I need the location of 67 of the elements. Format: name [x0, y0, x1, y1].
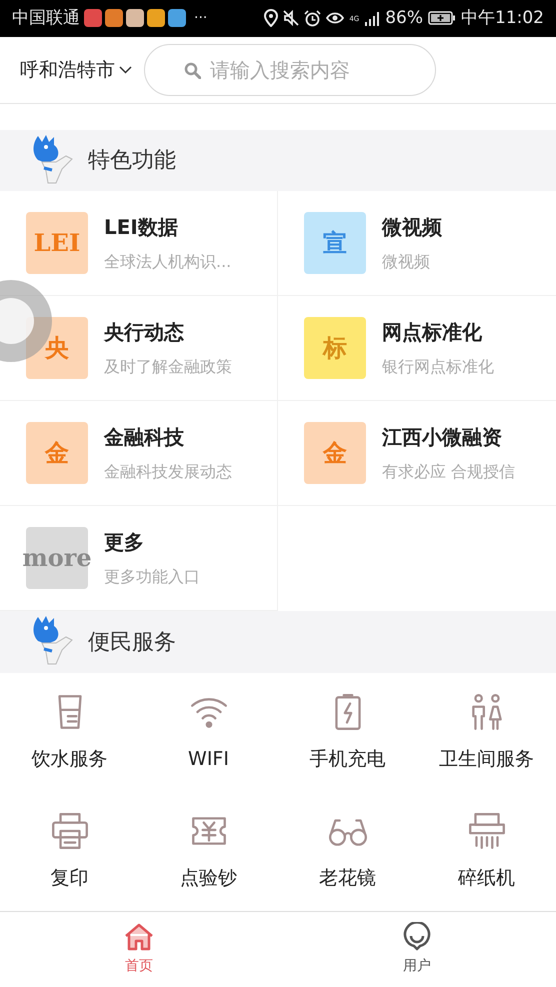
feature-item[interactable]: 金 江西小微融资 有求必应 合规授信 — [278, 401, 556, 506]
app-notification-icon — [84, 9, 102, 28]
tile-letter: 金 — [323, 441, 347, 466]
carrier-name: 中国联通 — [12, 6, 80, 30]
app-notification-icon — [147, 9, 165, 28]
service-item[interactable]: 碎纸机 — [417, 792, 556, 912]
feature-subtitle: 微视频 — [382, 251, 431, 274]
section-title: 特色功能 — [88, 147, 176, 176]
feature-title: 江西小微融资 — [382, 424, 503, 452]
feature-title: 金融科技 — [104, 424, 185, 452]
mute-icon — [283, 10, 300, 26]
feature-title: 更多 — [104, 529, 145, 556]
battery-percent: 86% — [385, 6, 423, 30]
service-item[interactable]: 卫生间服务 — [417, 673, 556, 792]
more-notifications: ··· — [194, 8, 208, 28]
signal-icon — [364, 10, 380, 26]
search-icon — [184, 62, 201, 79]
feature-title: 网点标准化 — [382, 319, 483, 346]
service-item[interactable]: 复印 — [0, 792, 139, 912]
app-notification-icon — [105, 9, 123, 28]
feature-subtitle: 全球法人机构识... — [104, 251, 232, 274]
feature-subtitle: 及时了解金融政策 — [104, 356, 232, 378]
feature-item[interactable]: 标 网点标准化 银行网点标准化 — [278, 296, 556, 402]
service-item[interactable]: WIFI — [139, 673, 278, 792]
app-notification-icon — [126, 9, 144, 28]
feature-subtitle: 银行网点标准化 — [382, 356, 494, 378]
service-label: 卫生间服务 — [439, 747, 534, 772]
location-icon — [264, 9, 278, 28]
eye-icon — [326, 11, 344, 26]
alarm-icon — [304, 10, 322, 27]
service-item[interactable]: 饮水服务 — [0, 673, 139, 792]
feature-subtitle: 有求必应 合规授信 — [382, 461, 516, 484]
service-label: 老花镜 — [319, 866, 376, 892]
feature-title: 微视频 — [382, 214, 442, 242]
service-label: 点验钞 — [180, 866, 237, 892]
clock-time: 中午11:02 — [461, 6, 544, 30]
service-item[interactable]: 点验钞 — [139, 792, 278, 912]
service-label: 手机充电 — [310, 747, 386, 772]
feature-subtitle: 金融科技发展动态 — [104, 461, 232, 484]
tile-letter: 金 — [45, 441, 69, 466]
feature-title: 央行动态 — [104, 319, 185, 346]
tile-letter: 央 — [45, 336, 69, 360]
tab-bar-item[interactable]: 用户 — [278, 912, 556, 987]
feature-item[interactable]: 金 金融科技 金融科技发展动态 — [0, 401, 278, 506]
service-label: 饮水服务 — [32, 747, 108, 772]
tile-letter: 标 — [323, 336, 347, 360]
service-label: WIFI — [188, 747, 229, 772]
section-title: 便民服务 — [88, 628, 176, 657]
battery-charging-icon — [428, 11, 456, 26]
service-item[interactable]: 手机充电 — [278, 673, 417, 792]
tile-letter: more — [22, 546, 92, 570]
tile-letter: 宣 — [323, 231, 347, 256]
feature-item[interactable]: 宣 微视频 微视频 — [278, 191, 556, 296]
home-icon — [123, 922, 155, 952]
service-item[interactable]: 老花镜 — [278, 792, 417, 912]
service-label: 复印 — [50, 866, 88, 892]
chevron-down-icon — [119, 66, 132, 74]
search-field[interactable]: 请输入搜索内容 — [144, 44, 436, 96]
tab-bar-item[interactable]: 首页 — [0, 912, 278, 987]
tile-letter: LEI — [34, 231, 80, 256]
feature-item[interactable]: LEI LEI数据 全球法人机构识... — [0, 191, 278, 296]
chat-face-icon — [402, 922, 432, 952]
service-label: 碎纸机 — [458, 866, 515, 892]
feature-title: LEI数据 — [104, 214, 179, 242]
city-selector[interactable]: 呼和浩特市 — [20, 56, 132, 84]
feature-subtitle: 更多功能入口 — [104, 566, 200, 588]
app-notification-icon — [168, 9, 186, 28]
